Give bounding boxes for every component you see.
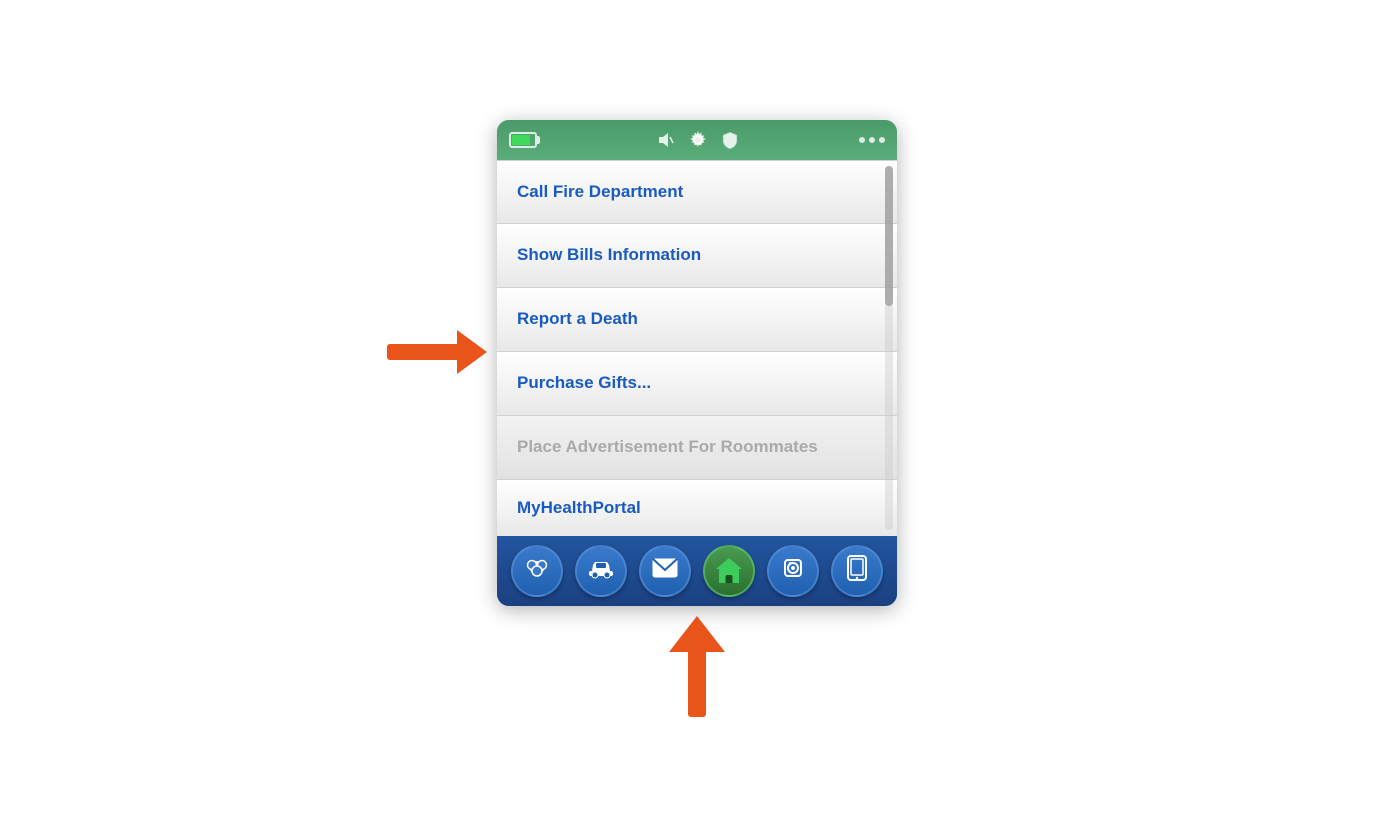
dot-2	[869, 137, 875, 143]
speaker-nav-icon	[781, 556, 805, 586]
menu-item-my-health[interactable]: MyHealthPortal	[497, 480, 897, 536]
speaker-icon	[654, 128, 678, 152]
social-icon	[524, 555, 550, 587]
menu-item-purchase-gifts[interactable]: Purchase Gifts...	[497, 352, 897, 416]
scene: Call Fire Department Show Bills Informat…	[497, 120, 897, 717]
menu-list: Call Fire Department Show Bills Informat…	[497, 160, 897, 536]
nav-btn-social[interactable]	[511, 545, 563, 597]
house-body	[719, 569, 739, 583]
nav-btn-car[interactable]	[575, 545, 627, 597]
nav-btn-speaker[interactable]	[767, 545, 819, 597]
shield-icon	[718, 128, 742, 152]
up-arrow	[669, 616, 725, 717]
arrow-right-body	[387, 344, 457, 360]
dot-1	[859, 137, 865, 143]
gear-icon	[686, 128, 710, 152]
call-fire-label: Call Fire Department	[517, 182, 683, 202]
purchase-gifts-label: Purchase Gifts...	[517, 373, 651, 393]
signal-dots	[859, 137, 885, 143]
scrollbar-thumb[interactable]	[885, 166, 893, 306]
nav-btn-home[interactable]	[703, 545, 755, 597]
menu-item-call-fire[interactable]: Call Fire Department	[497, 160, 897, 224]
status-bar	[497, 120, 897, 160]
dot-3	[879, 137, 885, 143]
scrollbar[interactable]	[885, 166, 893, 530]
battery-icon	[509, 132, 537, 148]
house-roof	[716, 558, 742, 569]
right-arrow	[387, 330, 487, 374]
nav-btn-mail[interactable]	[639, 545, 691, 597]
my-health-label: MyHealthPortal	[517, 498, 641, 518]
battery-fill	[512, 135, 530, 145]
arrow-up-head	[669, 616, 725, 652]
mail-icon	[652, 558, 678, 584]
status-icons	[547, 128, 849, 152]
arrow-right-head	[457, 330, 487, 374]
house-door	[726, 575, 733, 583]
menu-item-report-death[interactable]: Report a Death	[497, 288, 897, 352]
bottom-nav	[497, 536, 897, 606]
place-ad-label: Place Advertisement For Roommates	[517, 437, 818, 457]
show-bills-label: Show Bills Information	[517, 245, 701, 265]
arrow-up-body	[688, 652, 706, 717]
menu-item-show-bills[interactable]: Show Bills Information	[497, 224, 897, 288]
phone-icon	[846, 555, 868, 587]
menu-item-place-ad[interactable]: Place Advertisement For Roommates	[497, 416, 897, 480]
car-icon	[587, 557, 615, 585]
report-death-label: Report a Death	[517, 309, 638, 329]
home-icon	[716, 558, 742, 583]
nav-btn-phone[interactable]	[831, 545, 883, 597]
house-icon	[716, 558, 742, 583]
menu-container: Call Fire Department Show Bills Informat…	[497, 160, 897, 536]
device: Call Fire Department Show Bills Informat…	[497, 120, 897, 606]
